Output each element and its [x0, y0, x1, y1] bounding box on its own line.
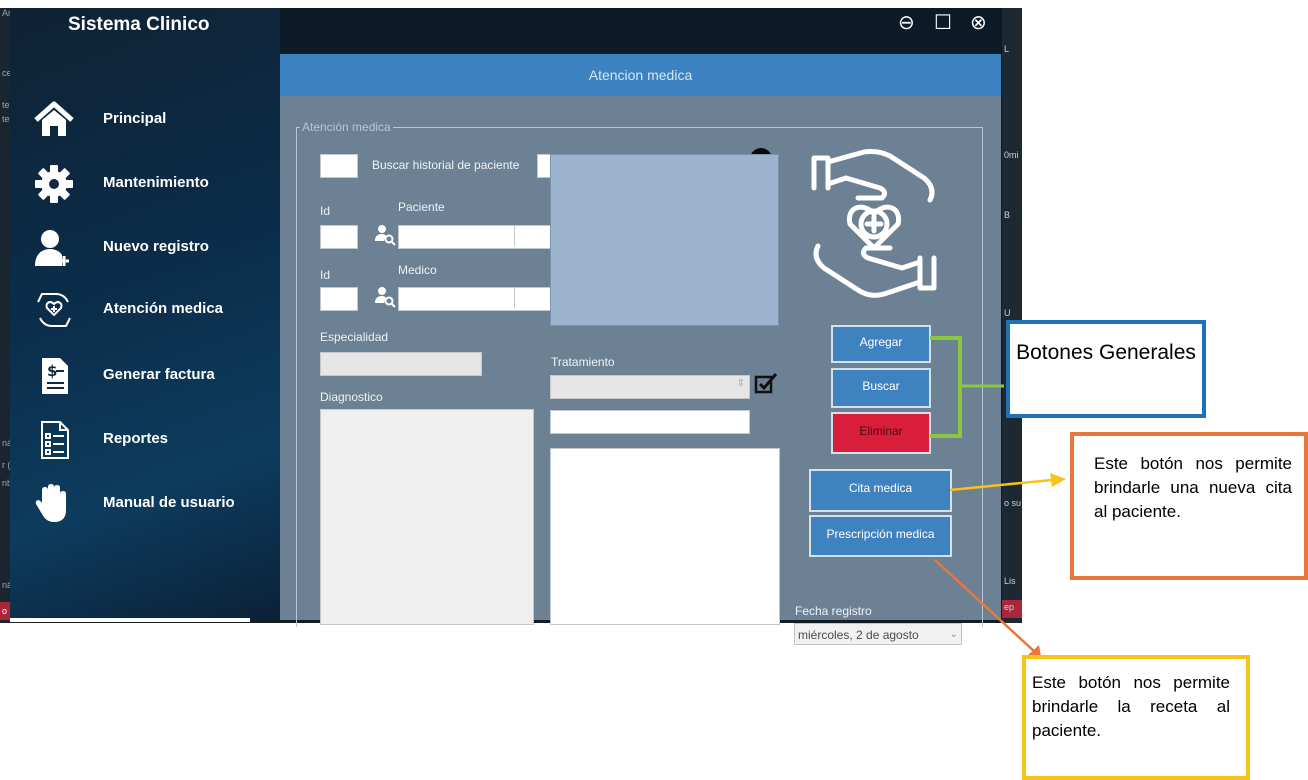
window-controls: ⊖ ☐ ⊗: [898, 12, 998, 36]
search-history-label: Buscar historial de paciente: [372, 158, 520, 172]
treatment-textarea[interactable]: [550, 448, 780, 625]
find-patient-icon[interactable]: [374, 224, 396, 246]
sidebar-item-label: Manual de usuario: [103, 494, 235, 511]
prescription-button[interactable]: Prescripción medica: [809, 515, 952, 557]
hand-icon: [35, 484, 66, 522]
bg-fragment: Lis: [1004, 576, 1016, 586]
maximize-icon[interactable]: ☐: [934, 12, 952, 34]
sidebar-item-reportes[interactable]: Reportes: [30, 414, 270, 466]
sidebar-item-mantenimiento[interactable]: Mantenimiento: [30, 158, 270, 210]
check-square-icon[interactable]: [754, 372, 778, 396]
treatment-detail-input[interactable]: [550, 410, 750, 434]
care-hands-logo: [811, 149, 937, 298]
background-right-strip: L 0mi B U o su Lis ep: [1002, 8, 1022, 623]
photo-placeholder: [550, 154, 779, 326]
sidebar-item-atencion-medica[interactable]: Atención medica: [30, 284, 270, 336]
home-icon: [34, 101, 74, 136]
doctor-name-input[interactable]: [398, 287, 551, 311]
window-bottom-edge: [10, 618, 250, 622]
sidebar-item-label: Atención medica: [103, 300, 224, 317]
sidebar-item-principal[interactable]: Principal: [30, 94, 270, 146]
close-icon[interactable]: ⊗: [970, 12, 987, 34]
add-button[interactable]: Agregar: [831, 325, 931, 363]
annotation-general-buttons-text: Botones Generales: [1016, 341, 1196, 364]
specialty-input[interactable]: [320, 352, 482, 376]
treatment-select[interactable]: ⇳: [550, 375, 750, 399]
patient-id-label: Id: [320, 204, 331, 218]
diagnosis-textarea[interactable]: [320, 409, 534, 625]
annotation-prescription-text: Este botón nos permite brindarle la rece…: [1032, 673, 1230, 740]
sidebar-item-generar-factura[interactable]: $ Generar factura: [30, 350, 270, 402]
gear-icon: [35, 165, 73, 203]
date-label: Fecha registro: [795, 604, 872, 618]
treatment-label: Tratamiento: [551, 355, 615, 369]
bg-fragment: ep: [1004, 602, 1015, 612]
patient-label: Paciente: [398, 200, 445, 214]
sidebar-item-nuevo-registro[interactable]: Nuevo registro: [30, 222, 270, 274]
annotation-appointment-text: Este botón nos permite brindarle una nue…: [1094, 454, 1292, 521]
chevron-down-icon: ⌄: [949, 629, 958, 640]
bg-fragment: o su: [1004, 498, 1022, 508]
doctor-id-input[interactable]: [320, 287, 358, 311]
sidebar-item-label: Generar factura: [103, 366, 215, 383]
form-header: Atencion medica: [280, 54, 1001, 96]
bg-fragment: B: [1004, 210, 1011, 220]
sidebar-item-manual-usuario[interactable]: Manual de usuario: [30, 478, 270, 530]
groupbox-title: Atención medica: [300, 120, 393, 134]
doctor-id-label: Id: [320, 268, 331, 282]
invoice-icon: $: [42, 358, 68, 394]
spinner-arrows-icon: ⇳: [736, 378, 745, 389]
minimize-icon[interactable]: ⊖: [898, 12, 915, 34]
sidebar-item-label: Reportes: [103, 430, 169, 447]
search-button[interactable]: Buscar: [831, 368, 931, 408]
report-icon: [41, 421, 69, 459]
appointment-button[interactable]: Cita medica: [809, 469, 952, 512]
history-id-input[interactable]: [320, 154, 358, 178]
sidebar-item-label: Mantenimiento: [103, 174, 209, 191]
bg-fragment: L: [1004, 44, 1010, 54]
arrow-head-appointment: [1050, 473, 1066, 487]
date-picker[interactable]: miércoles, 2 de agosto ⌄: [794, 623, 962, 645]
add-user-icon: [35, 230, 69, 266]
specialty-label: Especialidad: [320, 330, 389, 344]
sidebar-item-label: Principal: [103, 110, 167, 127]
sidebar-item-label: Nuevo registro: [103, 238, 209, 255]
patient-id-input[interactable]: [320, 225, 358, 249]
doctor-label: Medico: [398, 263, 437, 277]
bg-fragment: U: [1004, 308, 1011, 318]
app-title: Sistema Clinico: [68, 14, 210, 35]
patient-name-input[interactable]: [398, 225, 551, 249]
find-doctor-icon[interactable]: [374, 286, 396, 308]
care-hands-icon: [37, 293, 71, 327]
bg-fragment: 0mi: [1004, 150, 1019, 160]
date-value: miércoles, 2 de agosto: [798, 628, 919, 642]
bg-fragment: o: [2, 606, 8, 616]
diagnosis-label: Diagnostico: [320, 390, 383, 404]
svg-text:$: $: [47, 362, 57, 380]
annotation-general-buttons-box: [1006, 320, 1206, 418]
delete-button[interactable]: Eliminar: [831, 412, 931, 454]
